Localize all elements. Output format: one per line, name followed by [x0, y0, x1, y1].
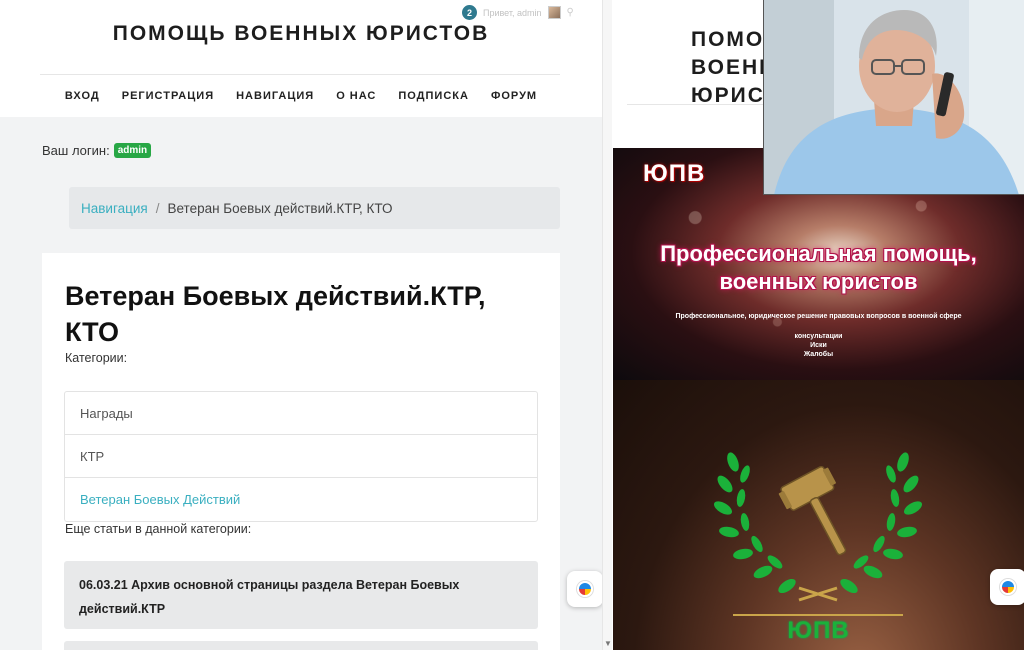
login-label: Ваш логин:	[42, 143, 110, 158]
page-title: Ветеран Боевых действий.КТР, КТО	[65, 281, 486, 347]
upv-logo: ЮПВ	[643, 160, 706, 187]
login-line: Ваш логин: admin	[42, 143, 152, 158]
category-item-combat-veteran[interactable]: Ветеран Боевых Действий	[65, 478, 537, 521]
person-video-image	[764, 0, 1024, 194]
service-complaints: Жалобы	[803, 351, 834, 358]
breadcrumb-link-navigation[interactable]: Навигация	[81, 201, 148, 216]
service-consultations: консультации	[794, 333, 843, 340]
banner-services: консультации Иски Жалобы	[613, 332, 1024, 359]
menu-item-about[interactable]: О НАС	[336, 88, 376, 104]
main-site-pane: 2 Привет, admin ⚲ ПОМОЩЬ ВОЕННЫХ ЮРИСТОВ…	[0, 0, 602, 650]
banner-headline: Профессиональная помощь, военных юристов	[613, 240, 1024, 296]
avatar[interactable]	[547, 6, 561, 19]
menu-item-register[interactable]: РЕГИСТРАЦИЯ	[122, 88, 214, 104]
header-divider	[40, 74, 560, 75]
breadcrumb: Навигация / Ветеран Боевых действий.КТР,…	[69, 187, 560, 229]
related-article-link[interactable]: 06.03.21 Архив основной страницы раздела…	[64, 561, 538, 629]
service-lawsuits: Иски	[810, 342, 827, 349]
category-item-awards[interactable]: Награды	[65, 392, 537, 435]
menu-item-forum[interactable]: ФОРУМ	[491, 88, 537, 104]
menu-item-subscription[interactable]: ПОДПИСКА	[398, 88, 469, 104]
notification-badge[interactable]: 2	[462, 5, 477, 20]
scroll-down-arrow-icon[interactable]: ▼	[604, 639, 612, 648]
banner-subline: Профессиональное, юридическое решение пр…	[675, 313, 962, 320]
menu-item-login[interactable]: ВХОД	[65, 88, 100, 104]
breadcrumb-separator: /	[155, 200, 160, 216]
related-article-link-partial[interactable]	[64, 641, 538, 650]
chat-widget-button[interactable]	[567, 571, 602, 607]
greeting-text[interactable]: Привет, admin	[483, 8, 542, 18]
menu-item-navigation[interactable]: НАВИГАЦИЯ	[236, 88, 314, 104]
main-menu: ВХОД РЕГИСТРАЦИЯ НАВИГАЦИЯ О НАС ПОДПИСК…	[0, 88, 602, 104]
gavel-laurel-icon	[713, 452, 923, 602]
pane-scrollbar[interactable]: ▼	[602, 0, 612, 650]
emblem-divider	[733, 614, 903, 616]
banner-headline-line1: Профессиональная помощь,	[660, 241, 977, 266]
category-list: Награды КТР Ветеран Боевых Действий	[64, 391, 538, 522]
search-icon[interactable]: ⚲	[567, 7, 574, 18]
breadcrumb-current: Ветеран Боевых действий.КТР, КТО	[167, 200, 393, 216]
banner-headline-line2: военных юристов	[719, 269, 918, 294]
second-browser-pane: ПОМОЩЬ ВОЕННЫХ ЮРИСТОВ ЮПВ Профессиональ…	[613, 0, 1024, 650]
site-title[interactable]: ПОМОЩЬ ВОЕННЫХ ЮРИСТОВ	[0, 22, 602, 46]
webcam-overlay	[763, 0, 1024, 195]
user-topbar: 2 Привет, admin ⚲	[462, 5, 574, 20]
categories-label: Категории:	[65, 351, 128, 365]
chat-logo-icon	[1000, 579, 1016, 595]
category-item-ktr[interactable]: КТР	[65, 435, 537, 478]
chat-widget-button-right[interactable]	[990, 569, 1024, 605]
chat-logo-icon	[577, 581, 593, 597]
more-articles-label: Еще статьи в данной категории:	[65, 522, 252, 536]
site-header: 2 Привет, admin ⚲ ПОМОЩЬ ВОЕННЫХ ЮРИСТОВ…	[0, 0, 602, 117]
article-card: Ветеран Боевых действий.КТР, КТО Категор…	[42, 253, 560, 650]
emblem-banner: ЮПВ	[613, 380, 1024, 650]
emblem-upv-logo: ЮПВ	[787, 617, 850, 644]
login-user-badge: admin	[113, 143, 152, 158]
